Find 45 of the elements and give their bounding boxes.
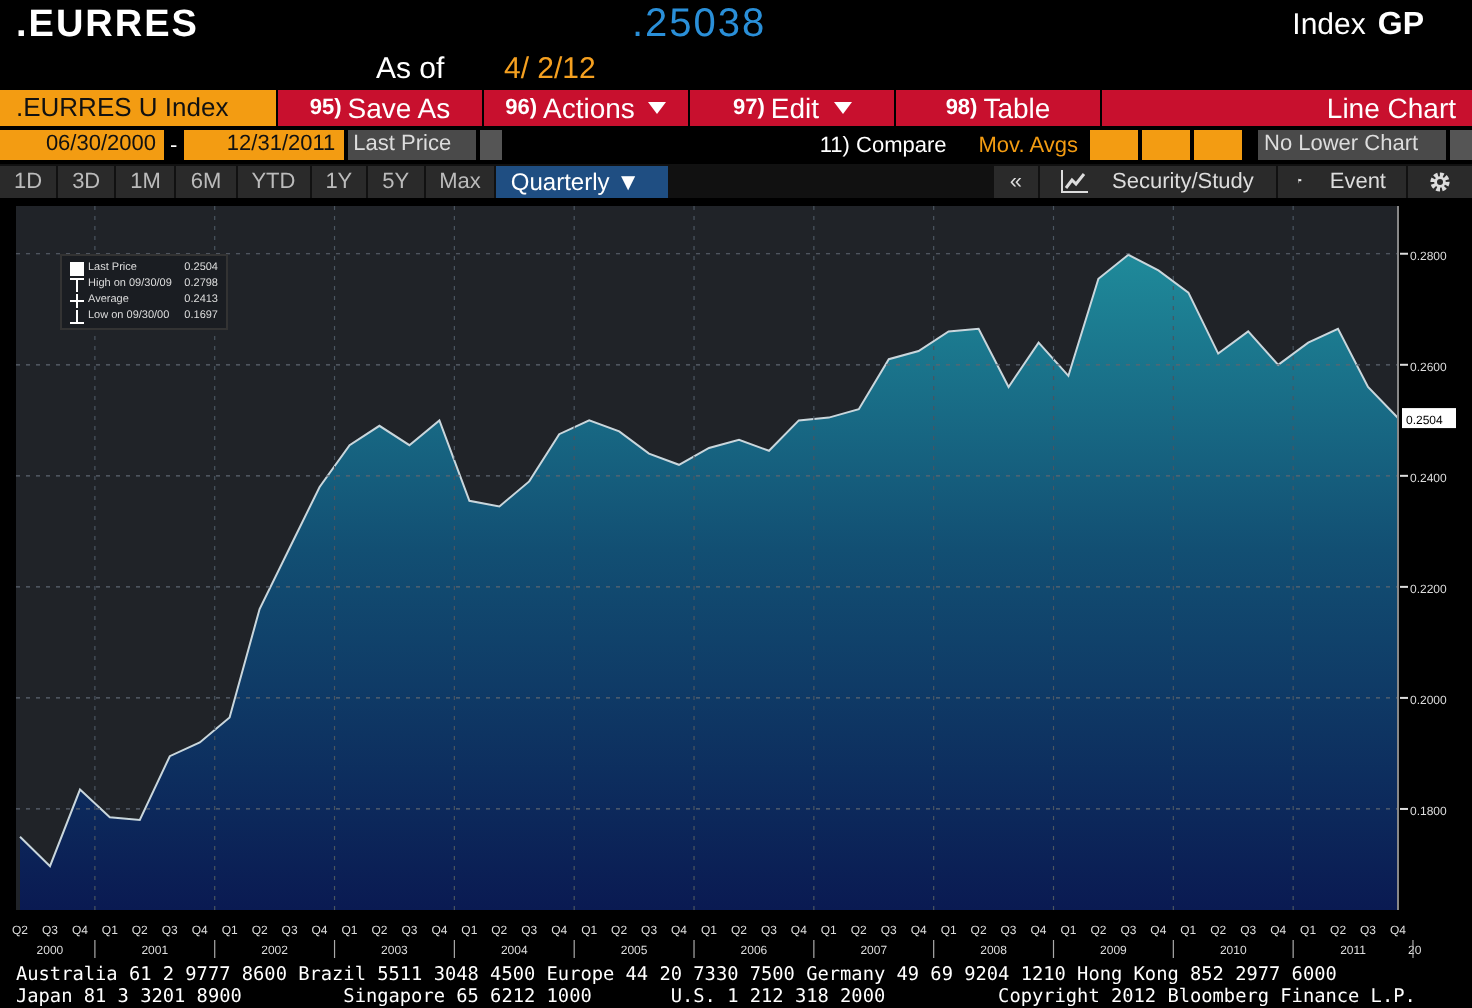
chart-type-label: Line Chart bbox=[1102, 90, 1472, 127]
caret-icon bbox=[648, 102, 667, 115]
security-study-button[interactable]: Security/Study bbox=[1040, 165, 1276, 198]
toolbar-button[interactable]: 97) Edit bbox=[690, 90, 894, 127]
compare-link[interactable]: 11) Compare bbox=[819, 133, 947, 158]
average-slot[interactable] bbox=[1142, 130, 1190, 161]
event-button[interactable]: Event bbox=[1278, 165, 1406, 198]
settings-button[interactable] bbox=[1408, 165, 1472, 198]
moving-averages-label: Mov. Avgs bbox=[978, 133, 1078, 158]
as-of-date: 4/ 2/12 bbox=[504, 52, 596, 87]
legend-swatch-icon bbox=[70, 261, 84, 275]
period-tab[interactable]: 5Y bbox=[368, 165, 424, 198]
date-separator: - bbox=[168, 133, 180, 158]
security-type: Index bbox=[1292, 8, 1366, 43]
toolbar-button[interactable]: 98) Table bbox=[896, 90, 1100, 127]
price-value: .25038 bbox=[632, 2, 769, 49]
security-field[interactable]: .EURRES U Index bbox=[0, 90, 276, 127]
period-tab[interactable]: Max bbox=[425, 165, 495, 198]
period-tab[interactable]: 3D bbox=[58, 165, 115, 198]
low-marker-icon bbox=[70, 309, 84, 323]
toolbar-button[interactable]: 95) Save As bbox=[278, 90, 482, 127]
settings-icon bbox=[1428, 169, 1452, 194]
toolbar-button[interactable]: 96) Actions bbox=[484, 90, 688, 127]
contact-line: Australia 61 2 9777 8600 Brazil 5511 3048 4500 Europe 44 20 7330 7500 Germany 49 69 9204 1210 Hong Kong 852 2977 6000 bbox=[16, 964, 1339, 986]
contact-line: Japan 81 3 3201 8900 Singapore 65 6212 1000 U.S. 1 212 318 2000 Copyright 2012 Bloomberg Finance L.P. bbox=[16, 986, 1418, 1008]
period-tab[interactable]: 1Y bbox=[311, 165, 367, 198]
period-tab[interactable]: YTD bbox=[237, 165, 310, 198]
collapse-button[interactable]: « bbox=[993, 165, 1038, 198]
period-tab[interactable]: Quarterly ▼ bbox=[496, 165, 669, 198]
period-tab[interactable]: 1D bbox=[0, 165, 57, 198]
average-slot[interactable] bbox=[1194, 130, 1242, 161]
average-marker-icon bbox=[70, 293, 84, 307]
period-tab[interactable]: 1M bbox=[116, 165, 175, 198]
average-slot[interactable] bbox=[1090, 130, 1138, 161]
lower-chart-dropdown[interactable]: No Lower Chart bbox=[1258, 130, 1446, 161]
end-date-field[interactable]: 12/31/2011 bbox=[183, 130, 344, 161]
caret-icon bbox=[833, 102, 852, 115]
start-date-field[interactable]: 06/30/2000 bbox=[0, 130, 164, 161]
function-code: GP bbox=[1377, 7, 1424, 44]
field-dropdown[interactable]: Last Price bbox=[347, 130, 476, 161]
high-marker-icon bbox=[70, 277, 84, 291]
period-tab[interactable]: 6M bbox=[176, 165, 236, 198]
ticker-symbol: .EURRES bbox=[16, 3, 201, 48]
chart-line-icon bbox=[1060, 169, 1088, 194]
as-of-label: As of bbox=[376, 52, 447, 87]
